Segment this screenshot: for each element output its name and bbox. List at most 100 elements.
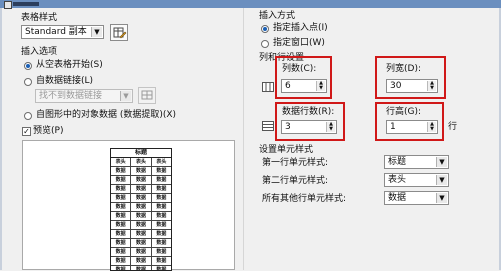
preview-data-cell: 数据 <box>111 266 132 270</box>
panel-divider <box>243 8 244 270</box>
insert-point-label[interactable]: 指定插入点(I) <box>273 23 328 34</box>
preview-data-cell: 数据 <box>156 258 167 264</box>
preview-data-row: 数据 数据 数据 <box>111 248 171 257</box>
preview-data-cell: 数据 <box>156 249 167 255</box>
first-row-style-label: 第一行单元样式: <box>262 158 329 168</box>
row-height-label: 行高(G): <box>386 107 422 117</box>
preview-data-row: 数据 数据 数据 <box>111 167 171 176</box>
preview-data-cell: 数据 <box>156 204 167 210</box>
preview-data-cell: 数据 <box>156 222 167 228</box>
data-link-select[interactable]: 找不到数据链接 ▼ <box>35 89 133 103</box>
chevron-down-icon: ▼ <box>436 157 447 167</box>
preview-data-row: 数据 数据 数据 <box>111 212 171 221</box>
other-rows-style-select[interactable]: 数据 ▼ <box>384 191 449 205</box>
preview-table-title: 标题 <box>111 149 171 158</box>
title-bar <box>0 0 501 9</box>
preview-data-cell: 数据 <box>111 221 132 229</box>
second-row-style-label: 第二行单元样式: <box>262 176 329 186</box>
preview-data-cell: 数据 <box>111 194 132 202</box>
table-style-edit-icon <box>113 27 127 39</box>
data-link-icon <box>141 90 153 100</box>
preview-data-cell: 数据 <box>156 240 167 246</box>
window-border-left <box>0 8 2 270</box>
preview-data-cell: 数据 <box>131 203 152 211</box>
preview-data-cell: 数据 <box>131 239 152 247</box>
first-row-style-value: 标题 <box>388 157 407 167</box>
data-rows-spinner[interactable]: ▲ ▼ <box>326 122 335 132</box>
preview-data-row: 数据 数据 数据 <box>111 221 171 230</box>
preview-data-cell: 数据 <box>156 177 167 183</box>
preview-data-cell: 数据 <box>156 168 167 174</box>
columns-value: 6 <box>285 81 291 91</box>
preview-data-cell: 数据 <box>111 203 132 211</box>
preview-data-row: 数据 数据 数据 <box>111 203 171 212</box>
chevron-down-icon: ▼ <box>436 175 447 185</box>
preview-data-row: 数据 数据 数据 <box>111 185 171 194</box>
preview-table-grid: 表头 表头 表头 数据 数据 数据 数据 数据 数据 数据 数据 数据 数据 数据 数据 数据数… <box>111 158 171 271</box>
preview-data-cell: 数据 <box>131 167 152 175</box>
second-row-style-value: 表头 <box>388 175 407 185</box>
columns-input[interactable]: 6 ▲ ▼ <box>281 79 327 93</box>
insert-window-label[interactable]: 指定窗口(W) <box>273 38 325 49</box>
preview-header-cell: 表头 <box>131 158 152 166</box>
cell-styles-label: 设置单元样式 <box>259 145 314 155</box>
other-rows-style-label: 所有其他行单元样式: <box>262 194 347 204</box>
preview-pane: 标题 表头 表头 表头 数据 数据 数据 数据 数据 数据 数据 数据 数据 数据 数据 数据 … <box>22 140 235 271</box>
table-style-label: 表格样式 <box>21 13 58 23</box>
preview-data-cell: 数据 <box>111 185 132 193</box>
preview-data-cell: 数据 <box>111 239 132 247</box>
data-link-manager-button[interactable] <box>138 87 156 104</box>
preview-data-cell: 数据 <box>111 176 132 184</box>
columns-label: 列数(C): <box>282 64 317 74</box>
preview-checkbox[interactable]: ✓ <box>22 127 31 136</box>
column-width-value: 30 <box>390 81 402 91</box>
table-style-dialog-button[interactable] <box>110 24 128 41</box>
table-style-value: Standard 副本 <box>25 27 87 37</box>
chevron-down-icon: ▼ <box>91 27 102 37</box>
preview-data-cell: 数据 <box>156 231 167 237</box>
preview-data-row: 数据 数据 数据 <box>111 230 171 239</box>
insert-window-radio[interactable] <box>261 40 269 48</box>
preview-data-cell: 数据 <box>156 213 167 219</box>
preview-data-cell: 数据 <box>156 195 167 201</box>
row-height-input[interactable]: 1 ▲ ▼ <box>386 120 438 134</box>
preview-table: 标题 表头 表头 表头 数据 数据 数据 数据 数据 数据 数据 数据 数据 数据 数据 数据 … <box>110 148 172 271</box>
columns-spinner[interactable]: ▲ ▼ <box>316 81 325 91</box>
preview-data-cell: 数据 <box>111 167 132 175</box>
chevron-down-icon: ▼ <box>120 91 131 101</box>
preview-data-row: 数据 数据 数据 <box>111 176 171 185</box>
preview-header-row: 表头 表头 表头 <box>111 158 171 167</box>
insert-point-radio[interactable] <box>261 25 269 33</box>
preview-data-cell: 数据 <box>131 185 152 193</box>
from-data-link-radio[interactable] <box>24 78 32 86</box>
preview-data-row: 数据 数据 数据 <box>111 239 171 248</box>
data-rows-input[interactable]: 3 ▲ ▼ <box>281 120 337 134</box>
from-object-data-radio[interactable] <box>24 112 32 120</box>
from-empty-radio[interactable] <box>24 62 32 70</box>
preview-data-cell: 数据 <box>156 267 167 271</box>
row-height-value: 1 <box>390 122 396 132</box>
preview-data-cell: 数据 <box>111 212 132 220</box>
row-height-spinner[interactable]: ▲ ▼ <box>427 122 436 132</box>
data-rows-label: 数据行数(R): <box>282 107 335 117</box>
from-data-link-label[interactable]: 自数据链接(L) <box>36 76 93 87</box>
column-width-input[interactable]: 30 ▲ ▼ <box>386 79 438 93</box>
preview-header-cell: 表头 <box>156 159 167 165</box>
preview-label[interactable]: 预览(P) <box>33 126 63 137</box>
other-rows-style-value: 数据 <box>388 193 407 203</box>
preview-data-cell: 数据 <box>131 194 152 202</box>
from-empty-label[interactable]: 从空表格开始(S) <box>36 60 103 71</box>
preview-data-row: 数据 数据 数据 <box>111 194 171 203</box>
preview-data-cell: 数据 <box>131 221 152 229</box>
first-row-style-select[interactable]: 标题 ▼ <box>384 155 449 169</box>
preview-data-cell: 数据 <box>111 248 132 256</box>
preview-data-cell: 数据 <box>156 186 167 192</box>
from-object-data-label[interactable]: 自图形中的对象数据 (数据提取)(X) <box>36 110 176 121</box>
columns-icon <box>262 82 274 92</box>
column-width-spinner[interactable]: ▲ ▼ <box>427 81 436 91</box>
preview-data-row: 数据 数据 数据 <box>111 266 171 271</box>
second-row-style-select[interactable]: 表头 ▼ <box>384 173 449 187</box>
preview-data-cell: 数据 <box>131 257 152 265</box>
preview-data-cell: 数据 <box>131 266 152 270</box>
table-style-select[interactable]: Standard 副本 ▼ <box>21 25 104 39</box>
